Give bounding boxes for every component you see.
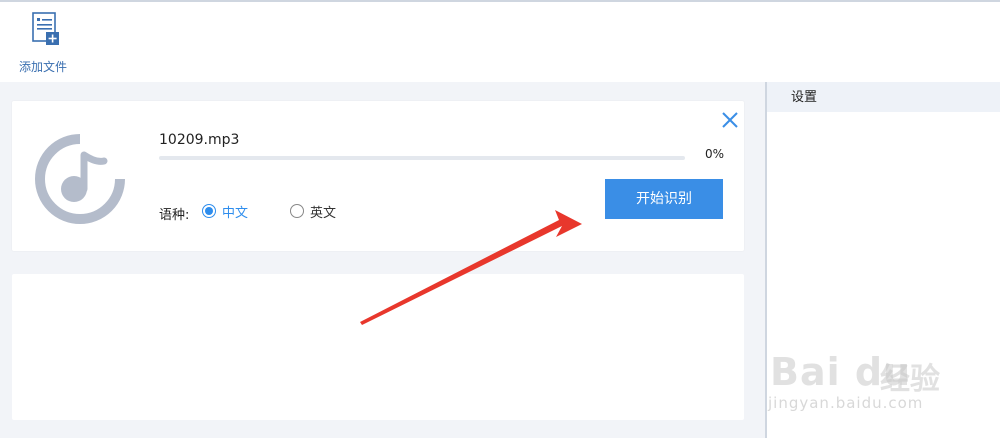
settings-sidebar: 设置 bbox=[765, 82, 1000, 438]
progress-percent: 0% bbox=[705, 147, 725, 161]
file-name: 10209.mp3 bbox=[159, 132, 240, 148]
add-file-label: 添加文件 bbox=[19, 60, 68, 74]
music-note-icon bbox=[35, 134, 125, 224]
main-panel: 10209.mp3 0% 语种: 中文 英文 开始识别 bbox=[0, 82, 765, 438]
radio-chinese-dot bbox=[202, 204, 216, 218]
add-file-button[interactable]: 添加文件 bbox=[14, 12, 78, 76]
radio-chinese[interactable]: 中文 bbox=[202, 201, 248, 221]
file-card: 10209.mp3 0% 语种: 中文 英文 开始识别 bbox=[12, 101, 744, 251]
radio-english[interactable]: 英文 bbox=[290, 201, 336, 221]
radio-chinese-label: 中文 bbox=[222, 205, 249, 221]
radio-english-label: 英文 bbox=[310, 205, 337, 221]
settings-title[interactable]: 设置 bbox=[767, 82, 1000, 112]
close-icon[interactable] bbox=[720, 110, 740, 130]
toolbar: 添加文件 bbox=[0, 2, 1000, 82]
start-recognition-button[interactable]: 开始识别 bbox=[605, 179, 723, 219]
result-panel bbox=[12, 274, 744, 420]
language-label: 语种: bbox=[159, 208, 190, 223]
progress-bar bbox=[159, 156, 685, 160]
radio-english-dot bbox=[290, 204, 304, 218]
add-file-icon bbox=[32, 12, 59, 45]
